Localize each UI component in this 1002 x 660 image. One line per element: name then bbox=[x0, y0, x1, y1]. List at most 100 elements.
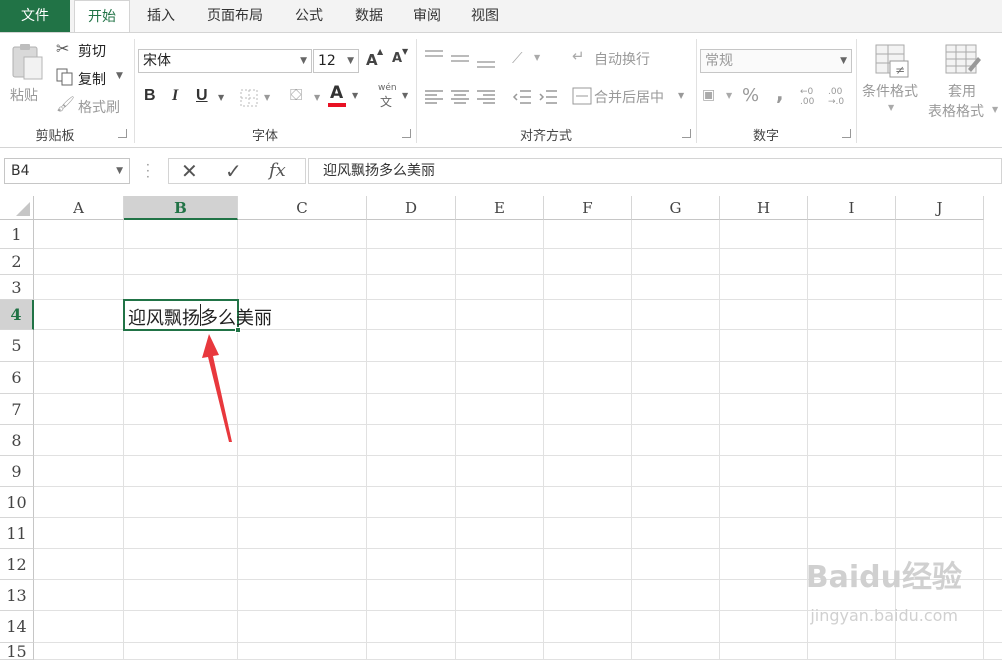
gridline-vertical bbox=[719, 220, 720, 660]
column-header-j[interactable]: J bbox=[896, 196, 984, 220]
paste-icon bbox=[12, 44, 43, 80]
underline-button[interactable]: U bbox=[196, 87, 208, 105]
align-bottom-icon[interactable] bbox=[476, 53, 496, 69]
clipboard-launcher-icon[interactable] bbox=[118, 129, 127, 138]
paste-button[interactable]: 粘贴 bbox=[6, 39, 46, 104]
insert-function-button[interactable]: fx bbox=[269, 160, 286, 181]
column-header-a[interactable]: A bbox=[34, 196, 124, 220]
gridline-vertical bbox=[983, 220, 984, 660]
row-header-3[interactable]: 3 bbox=[0, 275, 34, 300]
bold-button[interactable]: B bbox=[144, 87, 156, 105]
column-header-c[interactable]: C bbox=[238, 196, 367, 220]
format-as-table-label-2: 表格格式 bbox=[928, 104, 984, 120]
column-header-h[interactable]: H bbox=[720, 196, 808, 220]
format-as-table-button[interactable]: 套用 表格格式 ▼ bbox=[926, 39, 1002, 125]
accounting-format-button[interactable]: ▣ ▼ bbox=[702, 87, 736, 107]
merge-icon bbox=[572, 87, 592, 105]
decrease-indent-icon[interactable] bbox=[512, 89, 532, 105]
name-box[interactable]: B4 ▼ bbox=[4, 158, 130, 184]
column-header-f[interactable]: F bbox=[544, 196, 632, 220]
row-header-15[interactable]: 15 bbox=[0, 643, 34, 660]
cancel-icon[interactable]: ✕ bbox=[181, 159, 198, 183]
row-header-13[interactable]: 13 bbox=[0, 580, 34, 611]
tab-insert[interactable]: 插入 bbox=[134, 0, 188, 32]
font-name-combo[interactable]: 宋体 ▼ bbox=[138, 49, 312, 73]
text-caret bbox=[200, 304, 201, 326]
row-header-11[interactable]: 11 bbox=[0, 518, 34, 549]
row-header-4[interactable]: 4 bbox=[0, 300, 34, 330]
align-center-icon[interactable] bbox=[450, 89, 470, 105]
align-middle-icon[interactable] bbox=[450, 51, 470, 67]
row-header-7[interactable]: 7 bbox=[0, 394, 34, 425]
gridline-vertical bbox=[123, 220, 124, 660]
row-header-9[interactable]: 9 bbox=[0, 456, 34, 487]
align-top-icon[interactable] bbox=[424, 49, 444, 65]
align-left-icon[interactable] bbox=[424, 89, 444, 105]
underline-dropdown-icon[interactable]: ▼ bbox=[218, 93, 224, 102]
tab-home[interactable]: 开始 bbox=[74, 0, 130, 33]
orientation-button[interactable]: ⟋ ▼ bbox=[512, 49, 546, 69]
watermark-logo: Baidu经验 bbox=[805, 560, 962, 595]
comma-style-button[interactable]: , bbox=[776, 81, 784, 105]
alignment-launcher-icon[interactable] bbox=[682, 129, 691, 138]
column-header-e[interactable]: E bbox=[456, 196, 544, 220]
tab-review[interactable]: 审阅 bbox=[400, 0, 454, 32]
borders-button[interactable]: ▼ bbox=[240, 89, 274, 107]
percent-style-button[interactable]: % bbox=[742, 85, 759, 106]
select-all-corner[interactable] bbox=[0, 196, 34, 220]
row-header-6[interactable]: 6 bbox=[0, 362, 34, 394]
row-header-14[interactable]: 14 bbox=[0, 611, 34, 643]
copy-dropdown-icon[interactable]: ▼ bbox=[116, 71, 123, 81]
phonetic-button[interactable]: wén 文 ▼ bbox=[376, 83, 410, 111]
row-header-12[interactable]: 12 bbox=[0, 549, 34, 580]
wrap-text-icon: ↵ bbox=[572, 47, 585, 65]
decrease-decimal-icon[interactable]: .00 →.0 bbox=[828, 87, 844, 107]
tab-file[interactable]: 文件 bbox=[0, 0, 70, 32]
gridline-horizontal bbox=[34, 424, 1002, 425]
number-launcher-icon[interactable] bbox=[842, 129, 851, 138]
number-format-combo[interactable]: 常规 ▼ bbox=[700, 49, 852, 73]
enter-check-icon[interactable]: ✓ bbox=[225, 159, 242, 183]
increase-font-button[interactable]: A ▲ bbox=[366, 47, 386, 71]
formula-input[interactable]: 迎风飘扬多么美丽 bbox=[308, 158, 1002, 184]
formula-bar-options-icon[interactable]: · · · bbox=[146, 159, 150, 183]
increase-decimal-icon[interactable]: ←0.00 bbox=[800, 87, 814, 107]
fill-color-button[interactable]: ⛋ ▼ bbox=[290, 85, 326, 109]
format-painter-button[interactable]: 🖌 格式刷 bbox=[54, 95, 128, 117]
merge-center-button[interactable]: 合并后居中 ▼ bbox=[572, 85, 690, 109]
tab-data[interactable]: 数据 bbox=[342, 0, 396, 32]
wrap-text-button[interactable]: ↵ 自动换行 bbox=[572, 47, 672, 71]
formula-bar: B4 ▼ · · · ✕ ✓ fx 迎风飘扬多么美丽 bbox=[0, 148, 1002, 196]
column-header-d[interactable]: D bbox=[367, 196, 456, 220]
wrap-text-label: 自动换行 bbox=[594, 52, 650, 68]
row-header-10[interactable]: 10 bbox=[0, 487, 34, 518]
group-divider bbox=[416, 39, 417, 143]
row-header-5[interactable]: 5 bbox=[0, 330, 34, 362]
row-header-1[interactable]: 1 bbox=[0, 220, 34, 249]
increase-indent-icon[interactable] bbox=[538, 89, 558, 105]
column-header-g[interactable]: G bbox=[632, 196, 720, 220]
conditional-formatting-button[interactable]: ≠ 条件格式 ▼ bbox=[860, 39, 924, 125]
cut-label: 剪切 bbox=[78, 44, 106, 60]
column-header-i[interactable]: I bbox=[808, 196, 896, 220]
font-color-bar bbox=[328, 103, 346, 107]
grow-caret-icon: ▲ bbox=[377, 47, 384, 56]
ribbon-tab-bar: 文件 开始 插入 页面布局 公式 数据 审阅 视图 bbox=[0, 0, 1002, 33]
column-header-b[interactable]: B bbox=[124, 196, 238, 220]
font-launcher-icon[interactable] bbox=[402, 129, 411, 138]
copy-button[interactable]: 复制 ▼ bbox=[54, 67, 128, 89]
decrease-font-button[interactable]: A ▼ bbox=[392, 47, 412, 71]
font-color-button[interactable]: A ▼ bbox=[328, 83, 364, 109]
tab-page-layout[interactable]: 页面布局 bbox=[194, 0, 276, 32]
cut-button[interactable]: ✂ 剪切 bbox=[54, 39, 124, 61]
align-right-icon[interactable] bbox=[476, 89, 496, 105]
italic-button[interactable]: I bbox=[172, 87, 178, 105]
font-size-value: 12 bbox=[318, 53, 336, 69]
row-header-2[interactable]: 2 bbox=[0, 249, 34, 275]
font-size-combo[interactable]: 12 ▼ bbox=[313, 49, 359, 73]
tab-view[interactable]: 视图 bbox=[458, 0, 512, 32]
row-header-8[interactable]: 8 bbox=[0, 425, 34, 456]
tab-formulas[interactable]: 公式 bbox=[282, 0, 336, 32]
font-name-value: 宋体 bbox=[143, 53, 171, 69]
format-painter-label: 格式刷 bbox=[78, 100, 120, 116]
